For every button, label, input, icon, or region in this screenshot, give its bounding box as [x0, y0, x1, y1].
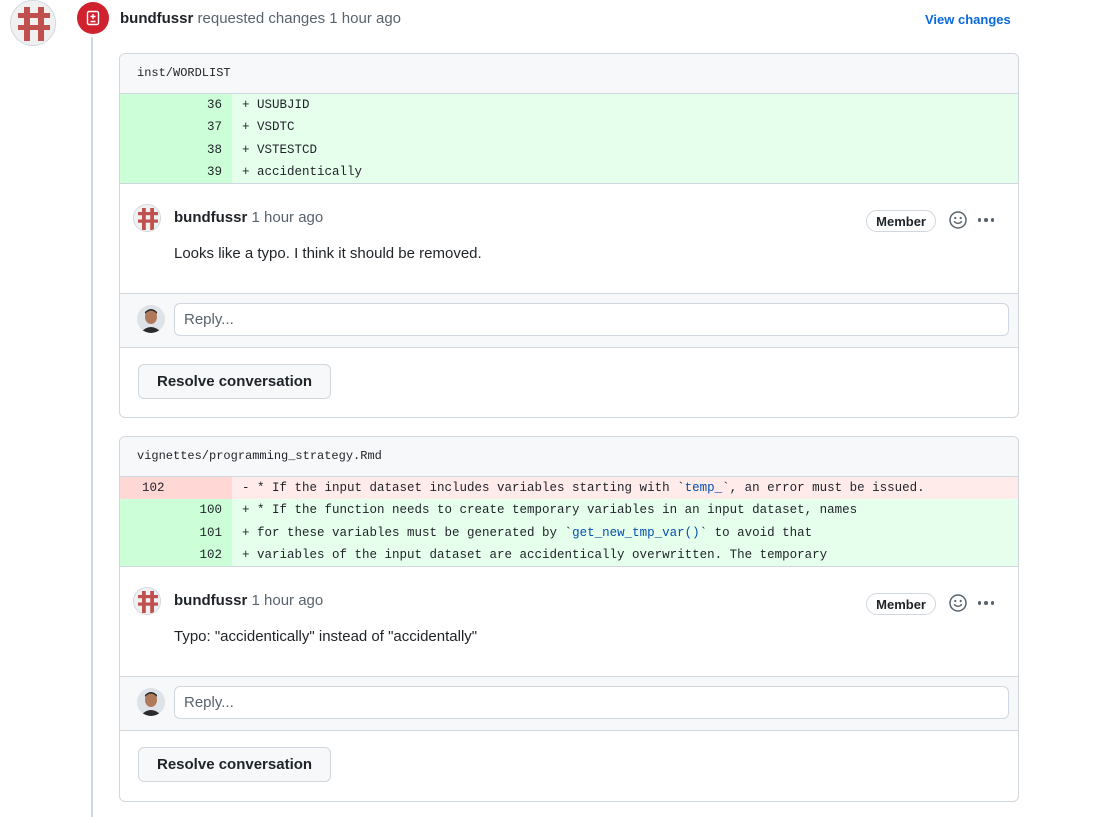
diff-hunk: 102 - * If the input dataset includes var… — [120, 477, 1018, 568]
diff-text: `, an error must be issued. — [722, 481, 925, 496]
old-line-number[interactable] — [120, 94, 176, 117]
diff-line: 102 + variables of the input dataset are … — [120, 543, 1018, 567]
timeline-line — [91, 30, 93, 817]
diff-line: 39 + accidentically — [120, 160, 1018, 184]
new-line-number[interactable]: 36 — [176, 94, 232, 117]
diff-sign: - — [242, 481, 250, 496]
diff-line: 38 + VSTESTCD — [120, 138, 1018, 161]
reply-input[interactable]: Reply... — [174, 686, 1009, 720]
diff-sign: + — [242, 98, 250, 113]
diff-code: + VSTESTCD — [232, 138, 1018, 161]
diff-sign: + — [242, 503, 250, 518]
member-badge: Member — [866, 593, 936, 616]
new-line-number[interactable]: 37 — [176, 116, 232, 139]
diff-code: - * If the input dataset includes variabl… — [232, 477, 1018, 500]
smiley-icon[interactable] — [948, 210, 968, 230]
comment-author[interactable]: bundfussr — [174, 592, 247, 609]
review-action: requested changes — [197, 10, 326, 27]
review-header: bundfussr requested changes 1 hour ago — [120, 10, 401, 27]
diff-text: for these variables must be generated by… — [257, 525, 573, 540]
diff-code: + USUBJID — [232, 94, 1018, 117]
avatar[interactable] — [133, 587, 161, 616]
review-comment: bundfussr 1 hour ago Member Typo: "accid… — [120, 567, 1018, 678]
comment-time[interactable]: 1 hour ago — [252, 209, 324, 226]
smiley-icon[interactable] — [948, 593, 968, 613]
reply-area: Reply... — [120, 677, 1018, 732]
review-author[interactable]: bundfussr — [120, 10, 193, 27]
new-line-number[interactable]: 100 — [176, 499, 232, 522]
old-line-number[interactable]: 102 — [120, 477, 176, 500]
avatar[interactable] — [133, 204, 161, 233]
comment-time[interactable]: 1 hour ago — [252, 592, 324, 609]
diff-sign: + — [242, 120, 250, 135]
resolve-conversation-button[interactable]: Resolve conversation — [138, 747, 332, 782]
diff-text: ` to avoid that — [699, 525, 813, 540]
comment-author[interactable]: bundfussr — [174, 209, 247, 226]
diff-code: + variables of the input dataset are acci… — [232, 543, 1018, 567]
diff-sign: + — [242, 525, 250, 540]
diff-code: + VSDTC — [232, 116, 1018, 139]
diff-text: accidentically — [257, 165, 363, 180]
review-thread: inst/WORDLIST 36 + USUBJID 37 + VSDTC 38 +… — [119, 53, 1019, 418]
view-changes-link[interactable]: View changes — [925, 12, 1011, 27]
kebab-horizontal-icon[interactable] — [976, 593, 996, 613]
file-diff-icon — [77, 2, 109, 34]
new-line-number[interactable] — [176, 477, 232, 500]
current-user-avatar — [137, 305, 165, 334]
current-user-avatar — [137, 688, 165, 717]
diff-code: + accidentically — [232, 160, 1018, 184]
comment-meta: bundfussr 1 hour ago — [174, 209, 323, 226]
comment-body: Typo: "accidentically" instead of "accid… — [174, 628, 478, 646]
reviewer-avatar[interactable] — [10, 0, 56, 46]
reply-input[interactable]: Reply... — [174, 303, 1009, 337]
diff-text: VSDTC — [257, 120, 295, 135]
diff-line: 101 + for these variables must be generat… — [120, 521, 1018, 544]
diff-sign: + — [242, 142, 250, 157]
file-path[interactable]: inst/WORDLIST — [120, 54, 1018, 94]
diff-text: VSTESTCD — [257, 142, 318, 157]
diff-line: 100 + * If the function needs to create t… — [120, 499, 1018, 522]
new-line-number[interactable]: 38 — [176, 138, 232, 161]
review-thread: vignettes/programming_strategy.Rmd 102 -… — [119, 436, 1019, 802]
new-line-number[interactable]: 101 — [176, 521, 232, 544]
old-line-number[interactable] — [120, 543, 176, 567]
comment-body: Looks like a typo. I think it should be … — [174, 245, 482, 263]
diff-text: variables of the input dataset are accid… — [257, 548, 828, 563]
member-badge: Member — [866, 210, 936, 233]
new-line-number[interactable]: 39 — [176, 160, 232, 184]
new-line-number[interactable]: 102 — [176, 543, 232, 567]
old-line-number[interactable] — [120, 521, 176, 544]
comment-meta: bundfussr 1 hour ago — [174, 592, 323, 609]
diff-sign: + — [242, 548, 250, 563]
diff-line: 36 + USUBJID — [120, 94, 1018, 117]
old-line-number[interactable] — [120, 138, 176, 161]
kebab-horizontal-icon[interactable] — [976, 210, 996, 230]
diff-code: + * If the function needs to create tempo… — [232, 499, 1018, 522]
old-line-number[interactable] — [120, 160, 176, 184]
diff-line: 37 + VSDTC — [120, 116, 1018, 139]
old-line-number[interactable] — [120, 116, 176, 139]
review-time[interactable]: 1 hour ago — [329, 10, 401, 27]
diff-text: * If the input dataset includes variable… — [257, 481, 685, 496]
diff-sign: + — [242, 165, 250, 180]
file-path[interactable]: vignettes/programming_strategy.Rmd — [120, 437, 1018, 477]
reply-area: Reply... — [120, 294, 1018, 349]
old-line-number[interactable] — [120, 499, 176, 522]
diff-code-span: get_new_tmp_var() — [572, 525, 700, 540]
review-comment: bundfussr 1 hour ago Member Looks like a… — [120, 184, 1018, 295]
diff-code: + for these variables must be generated b… — [232, 521, 1018, 544]
diff-text: USUBJID — [257, 98, 310, 113]
diff-text: * If the function needs to create tempor… — [257, 503, 858, 518]
diff-code-span: temp_ — [684, 481, 723, 496]
resolve-conversation-button[interactable]: Resolve conversation — [138, 364, 332, 399]
diff-line: 102 - * If the input dataset includes var… — [120, 477, 1018, 500]
diff-hunk: 36 + USUBJID 37 + VSDTC 38 + VSTESTCD 39 + a… — [120, 94, 1018, 185]
